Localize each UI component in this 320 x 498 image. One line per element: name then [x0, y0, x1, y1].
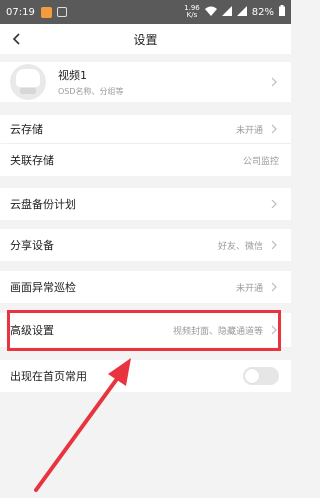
cloud-backup-label: 云盘备份计划	[10, 198, 76, 211]
share-device-label: 分享设备	[10, 239, 54, 252]
share-device-row[interactable]: 分享设备 好友、微信	[0, 229, 291, 261]
highlight-box	[7, 310, 281, 351]
camera-thumbnail	[10, 64, 46, 100]
anomaly-patrol-label: 画面异常巡检	[10, 281, 76, 294]
status-bar: 07:19 1.96 K/s 82%	[0, 0, 291, 24]
signal-icon-2	[236, 5, 247, 19]
battery-icon	[279, 5, 285, 19]
notification-image-icon	[56, 7, 67, 17]
device-name: 视频1	[58, 69, 87, 82]
anomaly-patrol-value: 未开通	[235, 283, 263, 294]
chevron-right-icon	[269, 76, 279, 88]
home-common-toggle[interactable]	[243, 367, 279, 385]
cloud-backup-row[interactable]: 云盘备份计划	[0, 188, 291, 220]
status-time: 07:19	[6, 6, 35, 18]
notification-app-icon	[40, 6, 52, 18]
battery-percent: 82%	[251, 6, 274, 18]
linked-storage-value: 公司监控	[242, 156, 279, 167]
nav-header: 设置	[0, 24, 291, 54]
network-speed: 1.96 K/s	[184, 4, 200, 19]
chevron-right-icon	[269, 281, 279, 293]
device-info-row[interactable]: 视频1 OSD名称、分组等	[0, 62, 291, 102]
home-common-label: 出现在首页常用	[10, 370, 87, 383]
back-button[interactable]	[8, 30, 24, 48]
cloud-storage-label: 云存储	[10, 123, 43, 136]
wifi-icon	[204, 6, 217, 19]
signal-icon	[221, 5, 232, 19]
linked-storage-label: 关联存储	[10, 154, 54, 167]
toggle-knob	[245, 369, 259, 383]
home-common-row: 出现在首页常用	[0, 360, 291, 392]
device-subtitle: OSD名称、分组等	[58, 87, 124, 96]
cloud-storage-value: 未开通	[235, 125, 263, 136]
cloud-storage-row[interactable]: 云存储 未开通	[0, 115, 291, 143]
anomaly-patrol-row[interactable]: 画面异常巡检 未开通	[0, 271, 291, 303]
chevron-left-icon	[12, 33, 20, 45]
share-device-value: 好友、微信	[217, 241, 263, 252]
chevron-right-icon	[269, 123, 279, 135]
chevron-right-icon	[269, 239, 279, 251]
linked-storage-row[interactable]: 关联存储 公司监控	[0, 144, 291, 176]
chevron-right-icon	[269, 198, 279, 210]
page-title: 设置	[133, 32, 158, 47]
